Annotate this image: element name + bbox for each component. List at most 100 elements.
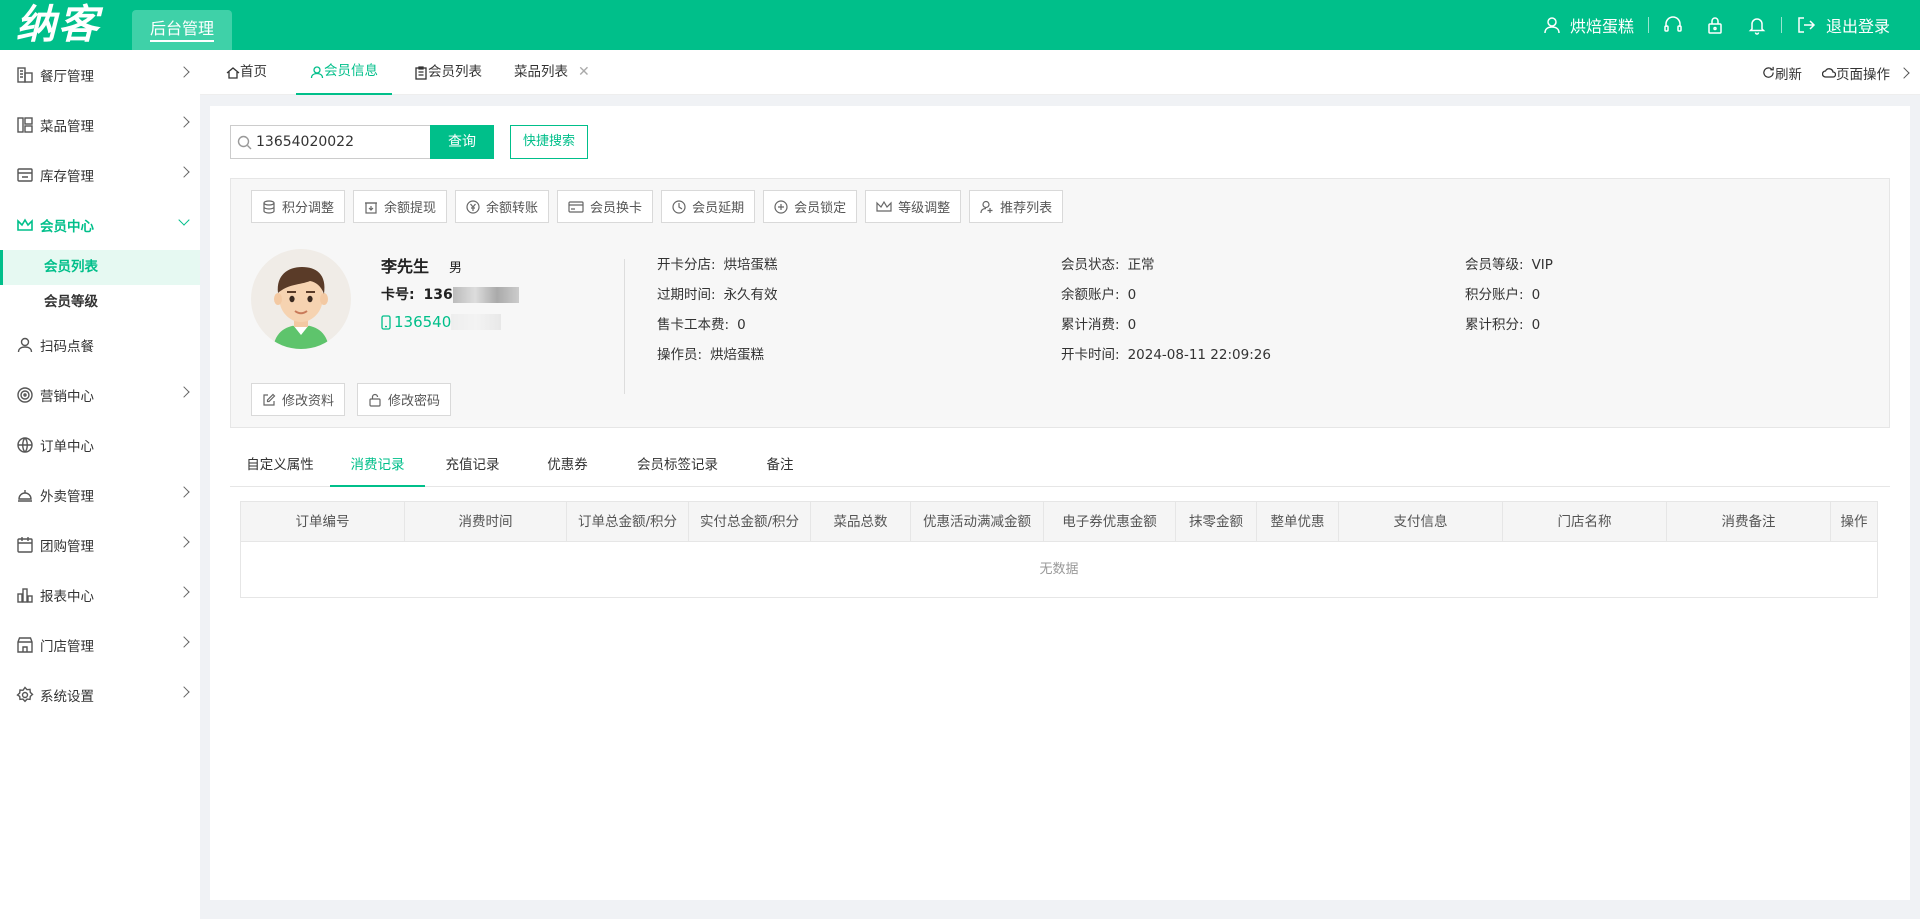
extend-member-button[interactable]: 会员延期 — [661, 190, 756, 223]
phone-icon — [381, 314, 391, 330]
column-header: 订单编号 — [241, 502, 405, 542]
headset-icon[interactable] — [1663, 15, 1683, 35]
tab-custom-attrs[interactable]: 自定义属性 — [230, 443, 330, 487]
chevron-right-icon — [178, 116, 190, 128]
sidebar-item-reports[interactable]: 报表中心 — [0, 570, 200, 620]
edit-password-button[interactable]: 修改密码 — [357, 383, 452, 416]
column-header: 电子券优惠金额 — [1044, 502, 1176, 542]
sidebar-item-label: 报表中心 — [40, 589, 94, 605]
store-user[interactable]: 烘焙蛋糕 — [1542, 13, 1634, 37]
sidebar-item-label: 菜品管理 — [40, 119, 94, 135]
level-adjust-button[interactable]: 等级调整 — [865, 190, 962, 223]
sidebar-item-marketing[interactable]: 营销中心 — [0, 370, 200, 420]
sidebar-item-settings[interactable]: 系统设置 — [0, 670, 200, 720]
chevron-right-icon — [178, 66, 190, 78]
close-icon[interactable]: ✕ — [578, 50, 590, 95]
chevron-right-icon — [178, 586, 190, 598]
tab-notes[interactable]: 备注 — [740, 443, 820, 487]
refresh-button[interactable]: 刷新 — [1762, 63, 1802, 83]
avatar — [251, 249, 351, 349]
edit-profile-button[interactable]: 修改资料 — [251, 383, 346, 416]
info-label: 余额账户: — [1061, 287, 1120, 303]
store-name: 烘焙蛋糕 — [1569, 17, 1634, 36]
crown-icon — [876, 200, 892, 212]
logout-button[interactable]: 退出登录 — [1796, 13, 1890, 37]
column-header: 消费备注 — [1667, 502, 1831, 542]
change-card-button[interactable]: 会员换卡 — [557, 190, 654, 223]
lock-icon — [369, 393, 381, 407]
column-header: 消费时间 — [405, 502, 567, 542]
sidebar-item-stores[interactable]: 门店管理 — [0, 620, 200, 670]
member-actions: 积分调整 余额提现 余额转账 会员换卡 会员延期 会员锁定 等级调整 推荐列表 — [251, 190, 1071, 223]
user-icon — [1544, 17, 1560, 34]
sidebar-subitem-member-list[interactable]: 会员列表 — [0, 250, 200, 285]
tab-recharge-records[interactable]: 充值记录 — [425, 443, 520, 487]
info-label: 积分账户: — [1465, 287, 1524, 303]
calendar-icon — [16, 536, 34, 554]
column-header: 门店名称 — [1503, 502, 1667, 542]
tab-home[interactable]: 首页 — [226, 50, 267, 95]
quick-search-button[interactable]: 快捷搜索 — [510, 125, 588, 159]
chevron-right-icon — [178, 686, 190, 698]
tab-member-list[interactable]: 会员列表 — [414, 50, 482, 95]
tab-member-info[interactable]: 会员信息 — [296, 50, 392, 95]
chart-icon — [16, 586, 34, 604]
column-header: 整单优惠 — [1257, 502, 1339, 542]
info-value: 正常 — [1127, 257, 1155, 273]
sidebar-item-takeout[interactable]: 外卖管理 — [0, 470, 200, 520]
tab-coupons[interactable]: 优惠券 — [520, 443, 615, 487]
page-ops-button[interactable]: 页面操作 — [1822, 63, 1890, 83]
lock-member-button[interactable]: 会员锁定 — [763, 190, 858, 223]
record-tabs: 自定义属性 消费记录 充值记录 优惠券 会员标签记录 备注 — [230, 443, 1890, 487]
sidebar-item-member-center[interactable]: 会员中心 — [0, 200, 200, 250]
tab-dish-list[interactable]: 菜品列表 ✕ — [514, 50, 590, 95]
divider — [1647, 17, 1649, 33]
restaurant-icon — [16, 66, 34, 84]
search-field[interactable] — [230, 125, 430, 159]
admin-tab[interactable]: 后台管理 — [132, 10, 232, 50]
balance-withdraw-button[interactable]: 余额提现 — [353, 190, 448, 223]
balance-transfer-button[interactable]: 余额转账 — [455, 190, 550, 223]
edit-profile-label: 修改资料 — [282, 394, 335, 409]
divider — [624, 259, 625, 394]
info-label: 会员状态: — [1061, 257, 1120, 273]
chevron-down-icon — [178, 214, 190, 226]
member-phone: 136540 — [381, 313, 502, 331]
page-tabs-bar: 首页 会员信息 会员列表 菜品列表 ✕ 刷新 页面操作 — [200, 50, 1920, 95]
tab-consume-records[interactable]: 消费记录 — [330, 443, 425, 487]
cloud-icon — [1822, 68, 1836, 78]
store-icon — [16, 636, 34, 654]
page-ops-label: 页面操作 — [1836, 66, 1890, 83]
info-operator: 操作员: 烘焙蛋糕 — [657, 343, 764, 363]
redacted-block — [451, 314, 502, 330]
member-panel: 积分调整 余额提现 余额转账 会员换卡 会员延期 会员锁定 等级调整 推荐列表 — [230, 178, 1890, 428]
chevron-right-icon — [178, 166, 190, 178]
edit-password-label: 修改密码 — [388, 394, 441, 409]
referral-list-button[interactable]: 推荐列表 — [969, 190, 1064, 223]
sidebar-item-group-buy[interactable]: 团购管理 — [0, 520, 200, 570]
sidebar-subitem-member-level[interactable]: 会员等级 — [0, 285, 200, 320]
sidebar-item-inventory[interactable]: 库存管理 — [0, 150, 200, 200]
edit-icon — [263, 393, 276, 406]
sidebar-item-scan-order[interactable]: 扫码点餐 — [0, 320, 200, 370]
chevron-right-icon — [178, 486, 190, 498]
inventory-icon — [16, 166, 34, 184]
query-button[interactable]: 查询 — [430, 125, 494, 159]
lock-icon[interactable] — [1705, 15, 1725, 35]
column-header: 操作 — [1840, 514, 1868, 530]
chevron-right-icon[interactable] — [1898, 66, 1910, 79]
points-adjust-button[interactable]: 积分调整 — [251, 190, 346, 223]
bell-icon[interactable] — [1747, 15, 1767, 35]
home-icon — [226, 66, 240, 79]
search-input[interactable] — [256, 134, 426, 150]
sidebar-item-dishes[interactable]: 菜品管理 — [0, 100, 200, 150]
crown-icon — [16, 216, 34, 234]
tab-tag-records[interactable]: 会员标签记录 — [615, 443, 740, 487]
tab-label: 会员列表 — [428, 64, 482, 80]
info-label: 操作员: — [657, 347, 703, 363]
sidebar-item-restaurant[interactable]: 餐厅管理 — [0, 50, 200, 100]
action-label: 积分调整 — [282, 201, 335, 216]
info-total-points: 累计积分: 0 — [1465, 313, 1540, 333]
main-content: 查询 快捷搜索 积分调整 余额提现 余额转账 会员换卡 会员延期 会员锁定 等级… — [210, 106, 1910, 900]
sidebar-item-orders[interactable]: 订单中心 — [0, 420, 200, 470]
